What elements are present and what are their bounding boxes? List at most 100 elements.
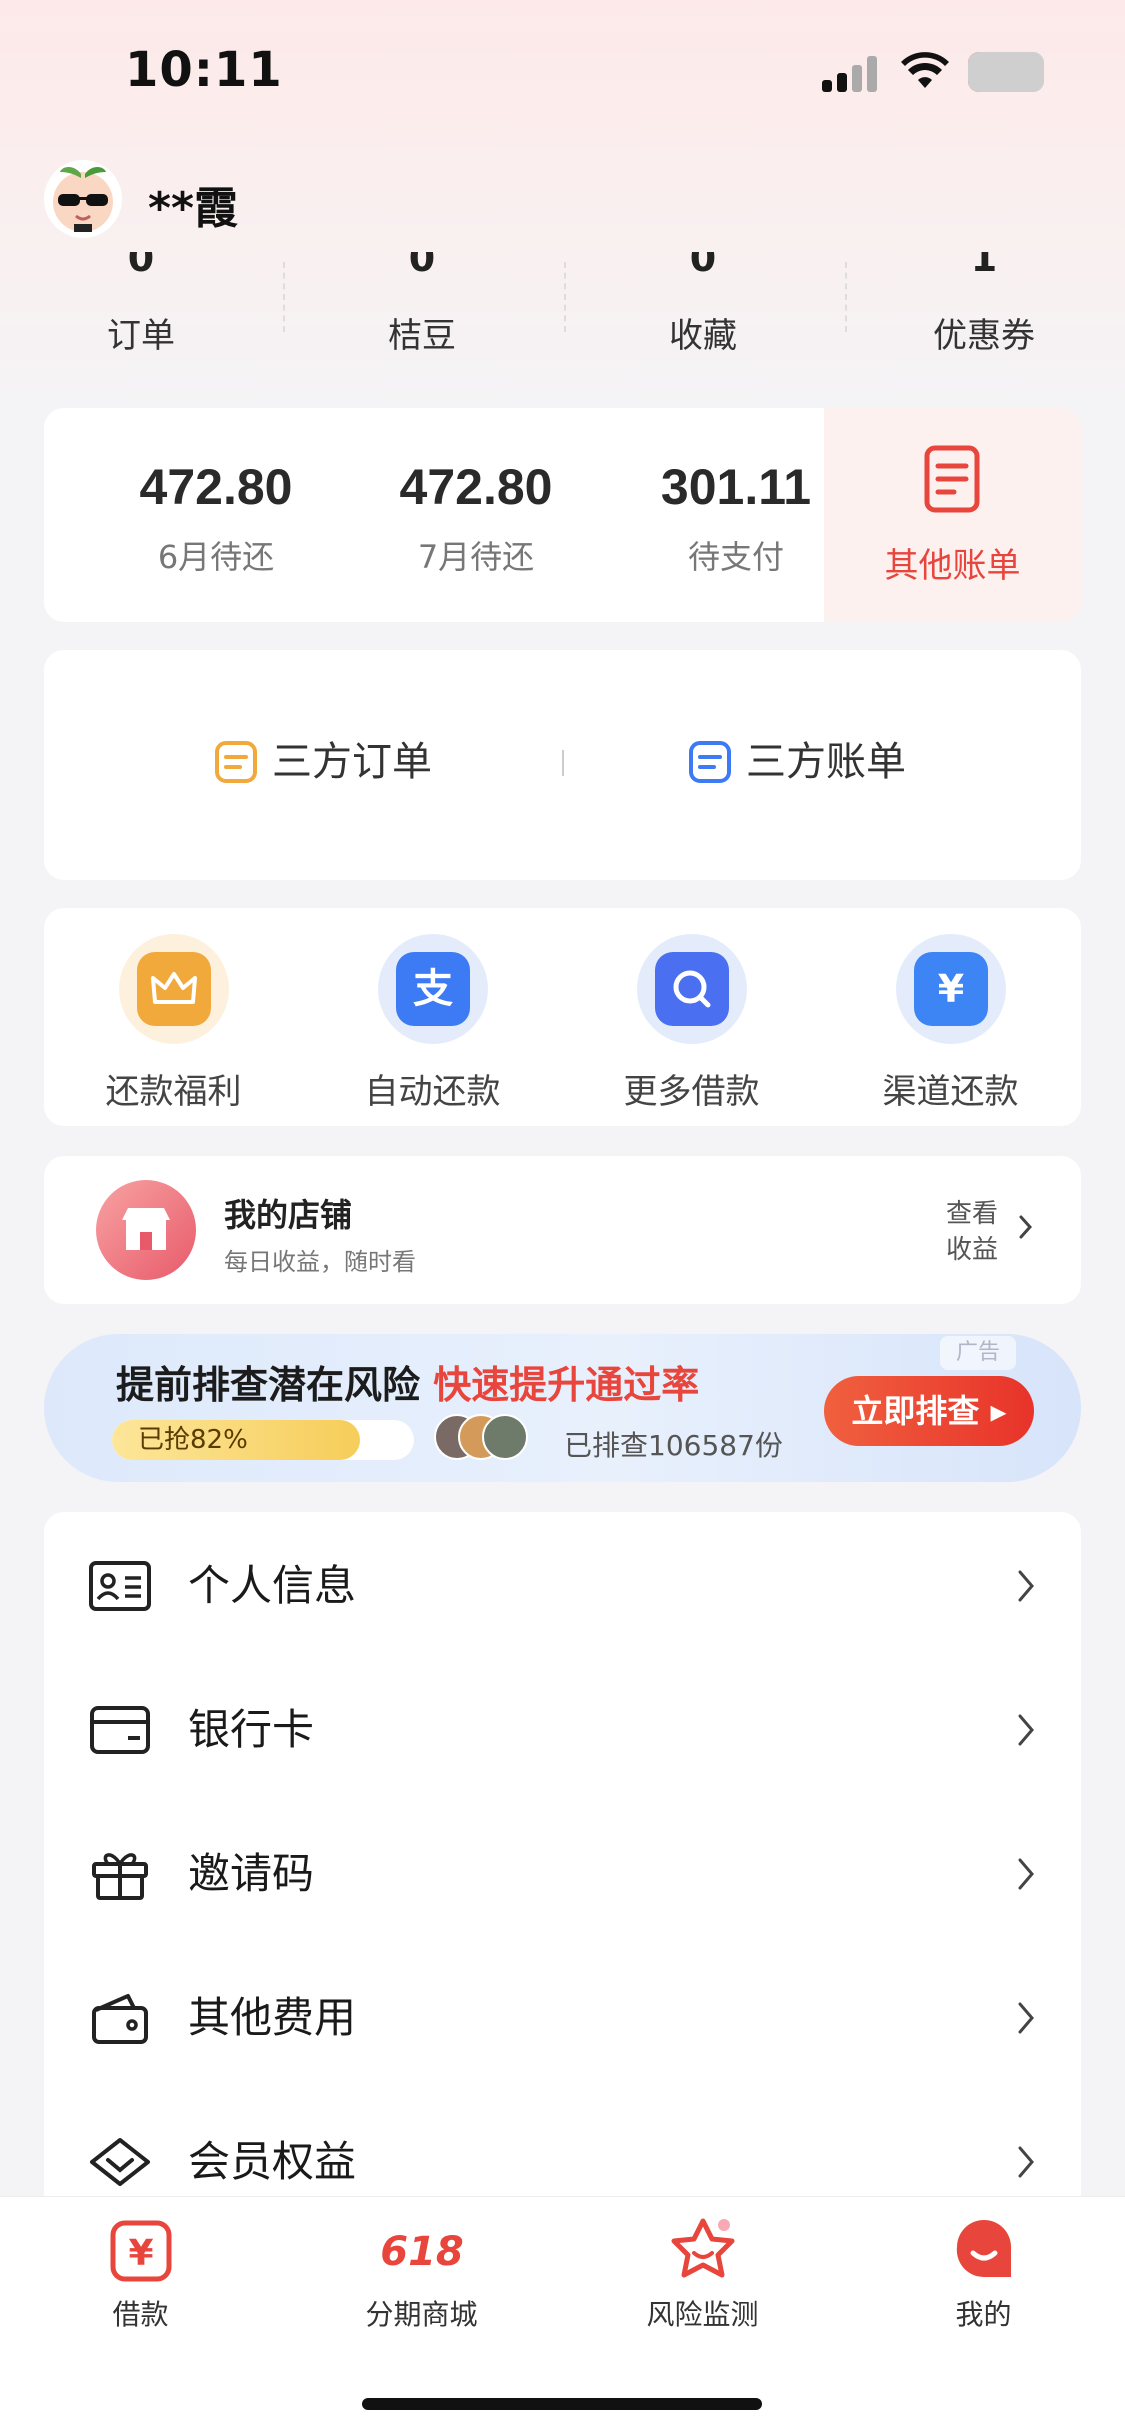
check-now-label: 立即排查 bbox=[851, 1392, 980, 1430]
third-party-orders-label: 三方订单 bbox=[272, 739, 432, 785]
svg-text:支: 支 bbox=[413, 966, 453, 1012]
battery-nub bbox=[968, 52, 1044, 92]
menu-item-other-fees[interactable]: 其他费用 bbox=[44, 1944, 1081, 2088]
quick-action-label: 渠道还款 bbox=[882, 1072, 1019, 1112]
wallet-icon bbox=[92, 1994, 148, 2044]
quick-action-more-loans[interactable]: 更多借款 bbox=[562, 934, 821, 1113]
bill-label: 6月待还 bbox=[157, 538, 275, 576]
checked-count: 已排查106587份 bbox=[564, 1429, 783, 1462]
menu-item-label: 其他费用 bbox=[188, 1993, 357, 2042]
menu-item-bank-card[interactable]: 银行卡 bbox=[44, 1656, 1081, 1800]
tab-loan[interactable]: ¥ 借款 bbox=[0, 2217, 281, 2333]
menu-item-label: 个人信息 bbox=[188, 1561, 357, 1610]
gift-icon bbox=[92, 1853, 148, 1900]
banner-title-main: 提前排查潜在风险 bbox=[116, 1363, 434, 1407]
profile-icon bbox=[843, 2217, 1124, 2287]
stat-divider bbox=[845, 262, 847, 332]
menu-item-invite-code[interactable]: 邀请码 bbox=[44, 1800, 1081, 1944]
store-title: 我的店铺 bbox=[224, 1196, 353, 1234]
tab-risk-monitor[interactable]: 风险监测 bbox=[562, 2217, 843, 2333]
banner-title: 提前排查潜在风险 快速提升通过率 bbox=[116, 1354, 699, 1409]
bank-card-icon bbox=[90, 1706, 150, 1754]
bill-amount: 472.80 bbox=[139, 459, 293, 515]
my-store-card[interactable]: 我的店铺 每日收益，随时看 查看 收益 bbox=[44, 1156, 1081, 1304]
bills-card: 472.80 6月待还 472.80 7月待还 301.11 待支付 其他账单 bbox=[44, 408, 1081, 622]
bill-june[interactable]: 472.80 6月待还 bbox=[86, 458, 346, 578]
menu-item-personal-info[interactable]: 个人信息 bbox=[44, 1512, 1081, 1656]
stat-orders[interactable]: 0 订单 bbox=[0, 252, 282, 357]
home-indicator[interactable] bbox=[362, 2398, 762, 2410]
quick-action-label: 自动还款 bbox=[364, 1072, 501, 1112]
mall-618-badge: 618 bbox=[380, 2229, 464, 2275]
document-icon bbox=[924, 445, 980, 513]
bill-icon bbox=[689, 741, 731, 783]
quick-actions-card: 还款福利 支 自动还款 更多借款 ¥ 渠道还款 bbox=[44, 908, 1081, 1126]
bill-july[interactable]: 472.80 7月待还 bbox=[346, 458, 606, 578]
quick-action-repay-benefits[interactable]: 还款福利 bbox=[44, 934, 303, 1113]
store-icon bbox=[96, 1180, 196, 1280]
stat-coupons[interactable]: 1 优惠券 bbox=[843, 252, 1125, 357]
claim-progress-bar: 已抢82% bbox=[112, 1420, 414, 1460]
tab-label: 风险监测 bbox=[646, 2298, 759, 2331]
stat-divider bbox=[283, 262, 285, 332]
quick-action-label: 更多借款 bbox=[623, 1072, 760, 1112]
tab-mine[interactable]: 我的 bbox=[843, 2217, 1124, 2333]
svg-text:¥: ¥ bbox=[937, 967, 963, 1011]
menu-item-label: 会员权益 bbox=[188, 2137, 357, 2186]
yuan-icon: ¥ bbox=[895, 934, 1006, 1044]
tab-mall[interactable]: 618 分期商城 bbox=[281, 2217, 562, 2333]
menu-item-label: 邀请码 bbox=[188, 1849, 315, 1898]
third-party-bills-label: 三方账单 bbox=[746, 739, 906, 785]
tab-label: 我的 bbox=[955, 2298, 1012, 2331]
bill-amount: 472.80 bbox=[399, 459, 553, 515]
view-earnings-line2: 收益 bbox=[945, 1235, 998, 1265]
avatar bbox=[482, 1414, 528, 1460]
stat-value: 1 bbox=[970, 252, 998, 278]
stat-divider bbox=[564, 262, 566, 332]
chevron-right-icon bbox=[1019, 1215, 1033, 1239]
chevron-right-icon bbox=[1018, 2146, 1034, 2178]
stat-label: 收藏 bbox=[669, 316, 737, 356]
search-icon bbox=[636, 934, 747, 1044]
store-subtitle: 每日收益，随时看 bbox=[224, 1248, 416, 1276]
username: **霞 bbox=[148, 183, 239, 234]
risk-check-banner[interactable]: 提前排查潜在风险 快速提升通过率 已抢82% 已排查106587份 广告 立即排… bbox=[44, 1334, 1081, 1482]
stat-beans[interactable]: 0 桔豆 bbox=[281, 252, 563, 357]
svg-text:¥: ¥ bbox=[128, 2233, 153, 2274]
order-icon bbox=[215, 741, 257, 783]
other-bills-label: 其他账单 bbox=[884, 546, 1021, 586]
mall-618-icon: 618 bbox=[281, 2217, 562, 2287]
quick-action-auto-repay[interactable]: 支 自动还款 bbox=[303, 934, 562, 1113]
id-card-icon bbox=[89, 1561, 151, 1611]
loan-icon: ¥ bbox=[0, 2217, 281, 2287]
stat-label: 桔豆 bbox=[388, 316, 456, 356]
chevron-right-icon bbox=[1018, 1570, 1034, 1602]
bill-label: 7月待还 bbox=[417, 538, 535, 576]
quick-action-channel-repay[interactable]: ¥ 渠道还款 bbox=[821, 934, 1080, 1113]
avatar[interactable] bbox=[44, 160, 122, 238]
view-earnings-link[interactable]: 查看 收益 bbox=[942, 1196, 1002, 1268]
banner-title-highlight: 快速提升通过率 bbox=[433, 1363, 700, 1407]
stat-label: 优惠券 bbox=[933, 316, 1035, 356]
stats-row: 0 订单 0 桔豆 0 收藏 1 优惠券 bbox=[0, 252, 1125, 356]
stat-favorites[interactable]: 0 收藏 bbox=[562, 252, 844, 357]
stat-value: 0 bbox=[408, 252, 436, 278]
diamond-icon bbox=[90, 2138, 150, 2186]
stat-value: 0 bbox=[689, 252, 717, 278]
chevron-right-icon bbox=[1018, 2002, 1034, 2034]
stat-label: 订单 bbox=[107, 316, 175, 356]
stat-value: 0 bbox=[127, 252, 155, 278]
risk-monitor-icon bbox=[562, 2217, 843, 2287]
other-bills-button[interactable]: 其他账单 bbox=[824, 408, 1081, 622]
cellular-signal-icon bbox=[822, 56, 880, 92]
wifi-icon bbox=[901, 52, 949, 88]
alipay-icon: 支 bbox=[377, 934, 488, 1044]
check-now-button[interactable]: 立即排查 ▸ bbox=[824, 1376, 1034, 1446]
ad-tag: 广告 bbox=[940, 1336, 1016, 1370]
tab-label: 借款 bbox=[112, 2298, 169, 2331]
menu-item-label: 银行卡 bbox=[188, 1705, 315, 1754]
view-earnings-line1: 查看 bbox=[945, 1199, 998, 1229]
quick-action-label: 还款福利 bbox=[105, 1072, 242, 1112]
progress-label: 已抢82% bbox=[138, 1425, 248, 1455]
chevron-right-icon bbox=[1018, 1858, 1034, 1890]
